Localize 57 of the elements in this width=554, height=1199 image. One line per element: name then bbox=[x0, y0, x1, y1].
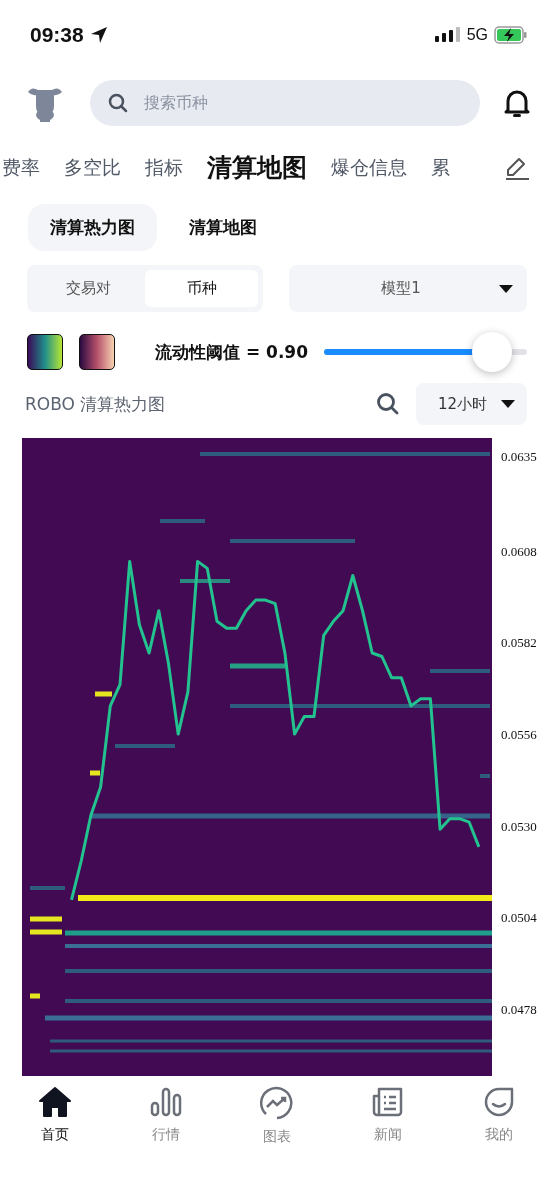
axis-tick-label: 0.0556 bbox=[501, 727, 537, 743]
axis-tick-label: 0.0582 bbox=[501, 635, 537, 651]
clock-time: 09:38 bbox=[30, 23, 84, 47]
axis-tick-label: 0.0530 bbox=[501, 818, 537, 834]
trend-chart-icon bbox=[260, 1086, 294, 1120]
nav-item[interactable]: 首页 bbox=[0, 1086, 111, 1146]
dropdown-value: 模型1 bbox=[380, 279, 422, 298]
liquidation-band bbox=[430, 669, 490, 673]
view-tab[interactable]: 清算热力图 bbox=[28, 204, 157, 251]
liquidation-band bbox=[160, 519, 205, 523]
nav-item[interactable]: 我的 bbox=[443, 1086, 554, 1146]
search-icon[interactable] bbox=[375, 392, 400, 416]
gradient-swatch[interactable] bbox=[79, 334, 115, 370]
segment-option[interactable]: 币种 bbox=[145, 270, 258, 307]
network-label: 5G bbox=[466, 26, 488, 44]
chart-title: ROBO 清算热力图 bbox=[25, 392, 167, 416]
liquidation-band bbox=[90, 770, 100, 776]
threshold-slider[interactable] bbox=[324, 332, 527, 372]
interval-dropdown[interactable]: 12小时 bbox=[415, 383, 527, 425]
liquidation-band bbox=[115, 744, 175, 748]
liquidation-band bbox=[30, 929, 62, 935]
slider-thumb[interactable] bbox=[472, 332, 513, 372]
battery-charging-icon bbox=[494, 26, 528, 44]
gradient-swatch[interactable] bbox=[27, 334, 63, 370]
liquidation-band bbox=[30, 916, 62, 922]
signal-icon bbox=[434, 27, 461, 43]
liquidation-band bbox=[30, 886, 65, 890]
bar-chart-icon bbox=[149, 1086, 184, 1118]
nav-item[interactable]: 新闻 bbox=[332, 1086, 444, 1146]
liquidation-band bbox=[230, 663, 285, 669]
axis-tick-label: 0.0478 bbox=[501, 1002, 537, 1018]
nav-item[interactable]: 行情 bbox=[110, 1086, 222, 1146]
category-tab[interactable]: 爆仓信息 bbox=[331, 154, 407, 181]
category-tab[interactable]: 累 bbox=[431, 154, 450, 181]
category-tab[interactable]: 清算地图 bbox=[207, 151, 307, 184]
segment-option[interactable]: 交易对 bbox=[32, 270, 145, 307]
view-tab[interactable]: 清算地图 bbox=[167, 204, 279, 251]
category-tab[interactable]: 费率 bbox=[2, 154, 40, 181]
liquidation-band bbox=[180, 579, 230, 583]
axis-tick-label: 0.0504 bbox=[501, 910, 537, 926]
category-tab[interactable]: 指标 bbox=[145, 154, 183, 181]
location-arrow-icon bbox=[89, 26, 108, 44]
liquidation-band bbox=[480, 774, 490, 778]
search-field[interactable]: 搜索币种 bbox=[90, 79, 480, 126]
caret-icon bbox=[499, 284, 513, 293]
axis-tick-label: 0.0608 bbox=[501, 543, 537, 559]
nav-item[interactable]: 图表 bbox=[221, 1086, 333, 1146]
liquidation-band bbox=[30, 993, 40, 999]
home-icon bbox=[38, 1086, 73, 1118]
model-dropdown[interactable]: 模型1 bbox=[289, 265, 527, 312]
threshold-label: 流动性阈值 = 0.90 bbox=[155, 340, 309, 364]
newspaper-icon bbox=[370, 1086, 405, 1118]
axis-tick-label: 0.0635 bbox=[501, 448, 537, 464]
search-icon bbox=[108, 92, 128, 113]
caret-icon bbox=[501, 400, 515, 408]
liquidation-band bbox=[95, 691, 112, 697]
category-tab[interactable]: 多空比 bbox=[64, 154, 121, 181]
